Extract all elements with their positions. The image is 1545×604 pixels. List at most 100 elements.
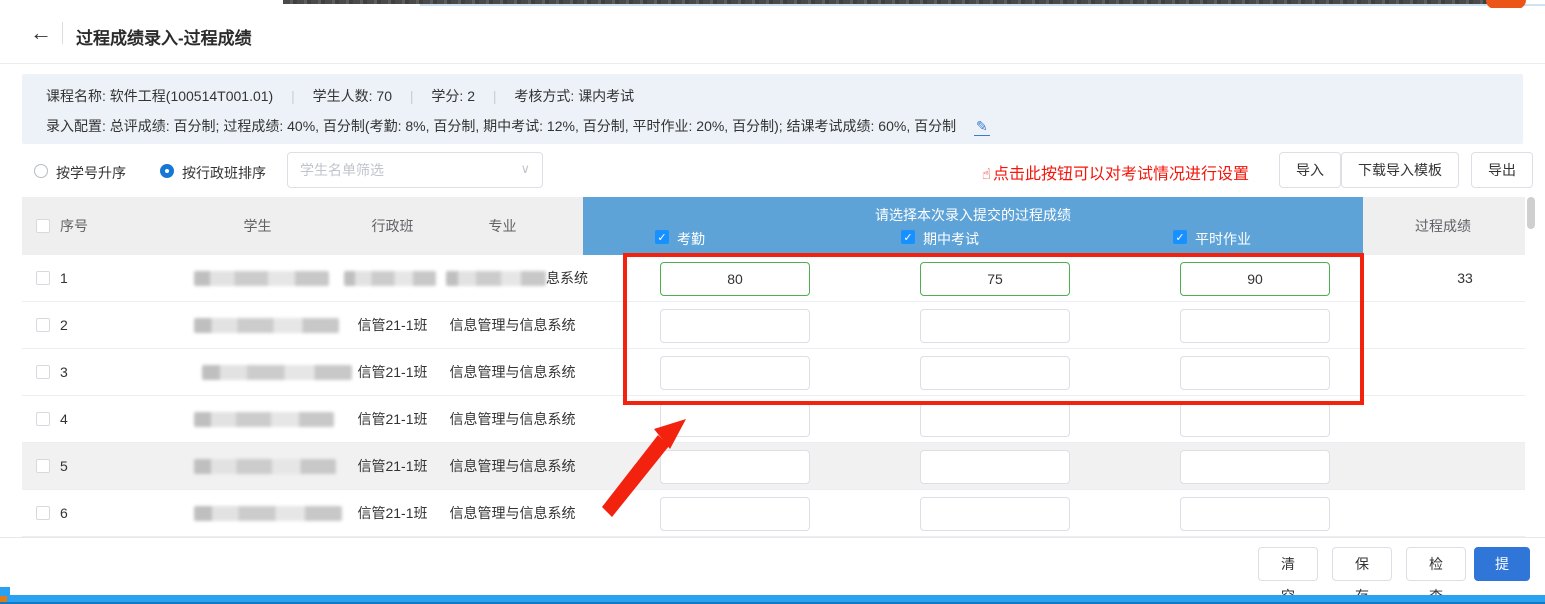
col-header-no: 序号 bbox=[60, 197, 88, 255]
kaoqin-score-input[interactable] bbox=[660, 309, 810, 343]
table-scrollbar-track[interactable] bbox=[1525, 197, 1537, 540]
midterm-score-input[interactable] bbox=[920, 403, 1070, 437]
score-group-title: 请选择本次录入提交的过程成绩 bbox=[583, 205, 1363, 225]
table-row: 1 息系统 33 bbox=[22, 255, 1525, 302]
page-title: 过程成绩录入-过程成绩 bbox=[76, 24, 252, 49]
entry-config-value: 总评成绩: 百分制; 过程成绩: 40%, 百分制(考勤: 8%, 百分制, 期… bbox=[110, 118, 956, 134]
clear-button[interactable]: 清空 bbox=[1258, 547, 1318, 581]
back-button[interactable]: ← bbox=[30, 22, 52, 44]
homework-score-input[interactable] bbox=[1180, 497, 1330, 531]
homework-score-input[interactable] bbox=[1180, 356, 1330, 390]
major-cell: 信息管理与信息系统 bbox=[420, 490, 605, 537]
major-cell: 信息管理与信息系统 bbox=[420, 443, 605, 490]
select-all-checkbox[interactable] bbox=[36, 219, 50, 233]
midterm-score-input[interactable] bbox=[920, 309, 1070, 343]
kaoqin-column-label[interactable]: 考勤 bbox=[677, 229, 705, 249]
row-no: 5 bbox=[60, 443, 68, 490]
major-cell: 信息管理与信息系统 bbox=[420, 396, 605, 443]
entry-config-label: 录入配置: bbox=[46, 118, 106, 134]
table-scrollbar-thumb[interactable] bbox=[1527, 197, 1535, 229]
kaoqin-column-checkbox[interactable]: ✓ bbox=[655, 230, 669, 244]
radio-sort-by-student-no-label[interactable]: 按学号升序 bbox=[56, 163, 126, 183]
row-checkbox[interactable] bbox=[36, 365, 50, 379]
col-header-major: 专业 bbox=[420, 197, 585, 255]
bottom-left-orange-dot bbox=[0, 596, 7, 602]
student-name-redacted bbox=[194, 506, 342, 521]
bottom-blue-bar bbox=[0, 595, 1545, 604]
banji-redacted bbox=[344, 271, 436, 286]
homework-score-input[interactable] bbox=[1180, 262, 1330, 296]
radio-sort-by-student-no[interactable] bbox=[34, 164, 48, 178]
info-separator: | bbox=[479, 88, 511, 104]
homework-column-label[interactable]: 平时作业 bbox=[1195, 229, 1251, 249]
download-template-button[interactable]: 下载导入模板 bbox=[1341, 152, 1459, 188]
kaoqin-score-input[interactable] bbox=[660, 403, 810, 437]
homework-score-input[interactable] bbox=[1180, 309, 1330, 343]
student-filter-input[interactable] bbox=[300, 153, 500, 187]
kaoqin-score-input[interactable] bbox=[660, 497, 810, 531]
student-name-redacted bbox=[194, 412, 334, 427]
major-cell-partial: 息系统 bbox=[546, 255, 588, 302]
student-filter-select[interactable]: ∨ bbox=[287, 152, 543, 188]
radio-sort-by-class[interactable] bbox=[160, 164, 174, 178]
student-name-redacted bbox=[194, 318, 339, 333]
kaoqin-score-input[interactable] bbox=[660, 262, 810, 296]
import-button[interactable]: 导入 bbox=[1279, 152, 1341, 188]
student-count-label: 学生人数: bbox=[313, 88, 373, 104]
footer-divider bbox=[0, 537, 1545, 538]
credit-value: 2 bbox=[467, 88, 475, 104]
submit-button[interactable]: 提交 bbox=[1474, 547, 1530, 581]
table-row: 2 信管21-1班 信息管理与信息系统 bbox=[22, 302, 1525, 349]
exam-setting-tip: ☝点击此按钮可以对考试情况进行设置 bbox=[982, 160, 1249, 184]
top-hairline bbox=[420, 4, 1545, 6]
kaoqin-score-input[interactable] bbox=[660, 356, 810, 390]
major-cell: 信息管理与信息系统 bbox=[420, 302, 605, 349]
exam-setting-tip-text: 点击此按钮可以对考试情况进行设置 bbox=[993, 166, 1249, 183]
course-name-value: 软件工程(100514T001.01) bbox=[110, 88, 273, 104]
midterm-column-label[interactable]: 期中考试 bbox=[923, 229, 979, 249]
row-no: 3 bbox=[60, 349, 68, 396]
row-no: 6 bbox=[60, 490, 68, 537]
title-divider bbox=[62, 22, 63, 44]
table-row: 3 信管21-1班 信息管理与信息系统 bbox=[22, 349, 1525, 396]
student-name-redacted bbox=[194, 271, 329, 286]
col-header-student: 学生 bbox=[170, 197, 345, 255]
check-button[interactable]: 检查 bbox=[1406, 547, 1466, 581]
major-cell: 信息管理与信息系统 bbox=[420, 349, 605, 396]
row-checkbox[interactable] bbox=[36, 318, 50, 332]
row-checkbox[interactable] bbox=[36, 459, 50, 473]
row-no: 4 bbox=[60, 396, 68, 443]
row-checkbox[interactable] bbox=[36, 506, 50, 520]
midterm-score-input[interactable] bbox=[920, 356, 1070, 390]
credit-label: 学分: bbox=[431, 88, 463, 104]
table-row: 5 信管21-1班 信息管理与信息系统 bbox=[22, 443, 1525, 490]
table-row: 4 信管21-1班 信息管理与信息系统 bbox=[22, 396, 1525, 443]
midterm-score-input[interactable] bbox=[920, 450, 1070, 484]
homework-score-input[interactable] bbox=[1180, 450, 1330, 484]
midterm-score-input[interactable] bbox=[920, 262, 1070, 296]
kaoqin-score-input[interactable] bbox=[660, 450, 810, 484]
course-info-line1: 课程名称: 软件工程(100514T001.01) | 学生人数: 70 | 学… bbox=[46, 86, 634, 106]
info-separator: | bbox=[277, 88, 309, 104]
assess-method-label: 考核方式: bbox=[514, 88, 574, 104]
score-group-header: 请选择本次录入提交的过程成绩 ✓ 考勤 ✓ 期中考试 ✓ 平时作业 bbox=[583, 197, 1363, 255]
row-checkbox[interactable] bbox=[36, 412, 50, 426]
process-score-cell: 33 bbox=[1390, 255, 1540, 302]
radio-sort-by-class-label[interactable]: 按行政班排序 bbox=[182, 163, 266, 183]
course-name-label: 课程名称: bbox=[46, 88, 106, 104]
chevron-down-icon: ∨ bbox=[520, 161, 530, 177]
save-button[interactable]: 保存 bbox=[1332, 547, 1392, 581]
row-checkbox[interactable] bbox=[36, 271, 50, 285]
entry-config-line: 录入配置: 总评成绩: 百分制; 过程成绩: 40%, 百分制(考勤: 8%, … bbox=[46, 116, 990, 136]
major-redacted bbox=[446, 271, 546, 286]
midterm-column-checkbox[interactable]: ✓ bbox=[901, 230, 915, 244]
col-header-process-score: 过程成绩 bbox=[1368, 197, 1518, 255]
info-separator: | bbox=[396, 88, 428, 104]
edit-config-icon[interactable]: ✎ bbox=[974, 118, 990, 136]
row-no: 1 bbox=[60, 255, 68, 302]
export-button[interactable]: 导出 bbox=[1471, 152, 1533, 188]
row-no: 2 bbox=[60, 302, 68, 349]
midterm-score-input[interactable] bbox=[920, 497, 1070, 531]
homework-column-checkbox[interactable]: ✓ bbox=[1173, 230, 1187, 244]
homework-score-input[interactable] bbox=[1180, 403, 1330, 437]
